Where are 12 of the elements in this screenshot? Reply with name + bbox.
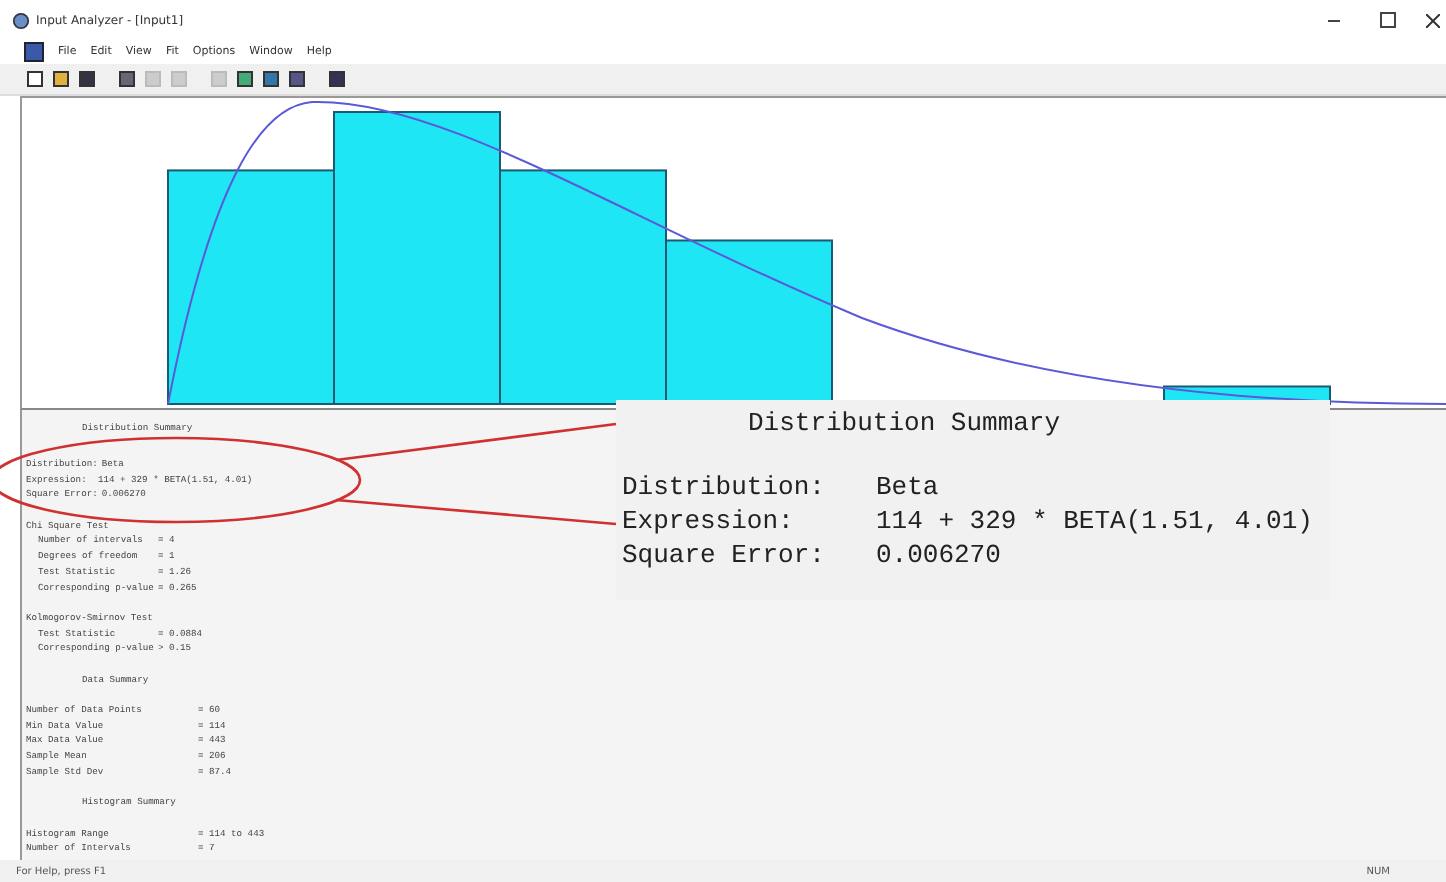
- document-icon: [24, 42, 44, 62]
- app-icon: [12, 11, 30, 29]
- stat-label: Distribution:: [622, 472, 827, 502]
- stat-value: Beta: [876, 472, 941, 502]
- stat-label: Expression:: [622, 506, 796, 536]
- minimize-icon[interactable]: [1328, 19, 1340, 21]
- stat-value: 114 + 329 * BETA(1.51, 4.01): [876, 506, 1315, 536]
- callout-title: Distribution Summary: [746, 406, 1063, 438]
- stat-label: Square Error:: [622, 540, 827, 570]
- close-icon[interactable]: [1425, 13, 1439, 27]
- stat-value: 0.006270: [876, 540, 1003, 570]
- maximize-icon[interactable]: [1380, 12, 1396, 28]
